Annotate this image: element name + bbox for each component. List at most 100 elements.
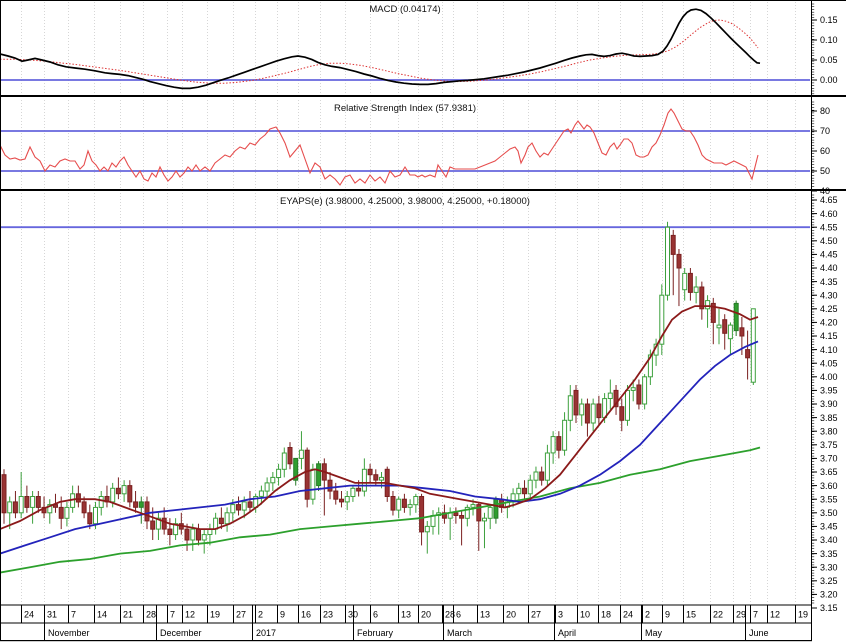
candle-body <box>58 506 64 519</box>
candle <box>304 447 310 508</box>
y-axis-label: 3.15 <box>820 603 838 613</box>
candle-body <box>567 395 573 421</box>
x-axis-day-label: 7 <box>71 610 76 620</box>
x-axis-day-label: 18 <box>601 610 611 620</box>
candle <box>247 491 253 513</box>
x-axis-month-label: December <box>160 628 202 638</box>
y-axis-label: 3.35 <box>820 549 838 559</box>
x-axis-day-label: 6 <box>373 610 378 620</box>
candle <box>173 518 179 540</box>
candle-body <box>24 496 30 508</box>
candle-body <box>739 327 745 337</box>
candle <box>138 496 144 524</box>
x-axis-day-label: 7 <box>753 610 758 620</box>
x-axis-day-label: 12 <box>185 610 195 620</box>
candle <box>745 330 751 380</box>
candle <box>716 308 722 345</box>
y-axis-label: 0.15 <box>820 15 838 25</box>
candle <box>579 398 585 426</box>
candle-body <box>310 468 316 500</box>
candle-body <box>75 493 81 503</box>
candle-body <box>276 468 282 478</box>
candle-body <box>190 528 196 541</box>
candle-body <box>562 419 568 451</box>
candle-body <box>407 504 413 508</box>
candle <box>544 444 550 486</box>
x-axis-month-label: 2017 <box>256 628 276 638</box>
candle-body <box>544 452 550 481</box>
candle-body <box>121 485 127 495</box>
candle-body <box>333 490 339 500</box>
candle <box>487 504 493 530</box>
candle-body <box>127 485 133 503</box>
candle <box>196 523 201 546</box>
y-axis-label: 3.80 <box>820 426 838 436</box>
candle-body <box>7 501 13 514</box>
panel-separator <box>0 189 846 191</box>
candle <box>464 504 470 527</box>
candle-body <box>705 300 711 310</box>
candle-body <box>630 387 636 391</box>
candle <box>710 297 716 345</box>
candle-body <box>550 436 556 454</box>
candle-body <box>625 389 630 421</box>
xaxis-line <box>0 604 812 606</box>
candle-body <box>687 272 693 293</box>
candle-body <box>722 319 728 334</box>
candle <box>733 300 739 336</box>
y-axis-label: 4.10 <box>820 345 838 355</box>
candle-body <box>367 468 373 476</box>
candle-body <box>327 479 333 492</box>
candle <box>401 493 407 513</box>
candle <box>213 512 219 535</box>
candle-body <box>573 389 579 416</box>
candle <box>133 491 139 513</box>
stock-chart-window: 0.15 0.10 0.05 0.00 80 70 60 50 40 4.65 4.60 4.55 4.… <box>0 0 846 642</box>
candle-body <box>579 403 585 416</box>
y-axis-label: 3.90 <box>820 399 838 409</box>
y-axis-label: 4.25 <box>820 304 838 314</box>
y-axis-label: 4.65 <box>820 195 838 205</box>
candle-body <box>18 496 24 514</box>
candle-body <box>12 501 18 514</box>
candle <box>321 458 327 516</box>
candle <box>584 398 590 437</box>
candle <box>727 322 733 355</box>
candle-body <box>470 504 476 508</box>
candle <box>407 499 413 516</box>
candle-body <box>115 487 121 495</box>
x-axis-day-label: 3 <box>558 610 563 620</box>
candle <box>453 507 459 524</box>
candle <box>424 521 430 554</box>
candle-body <box>642 376 648 405</box>
x-axis-day-label: 27 <box>531 610 541 620</box>
x-axis-day-label: 22 <box>713 610 723 620</box>
x-axis-day-label: 27 <box>236 610 246 620</box>
candle <box>98 491 104 516</box>
candle <box>642 374 648 410</box>
candle-body <box>516 487 522 495</box>
candle-body <box>316 463 322 487</box>
y-axis-label: 60 <box>820 146 830 156</box>
candle-body <box>150 520 156 530</box>
y-axis-label: 3.55 <box>820 494 838 504</box>
candle-body <box>138 501 144 508</box>
candle <box>687 268 693 301</box>
y-axis-label: 3.50 <box>820 508 838 518</box>
candle <box>12 491 18 519</box>
candle-body <box>607 392 613 400</box>
macd-panel <box>0 8 761 90</box>
x-axis-day-label: 23 <box>323 610 333 620</box>
y-axis-label: 4.35 <box>820 277 838 287</box>
panel-separator <box>0 95 846 97</box>
candle-body <box>110 487 116 503</box>
y-axis-label: 4.05 <box>820 358 838 368</box>
candle-body <box>522 487 527 495</box>
y-axis-label: 0.00 <box>820 75 838 85</box>
candle <box>459 510 465 546</box>
x-axis-day-label: 31 <box>47 610 57 620</box>
candle <box>562 412 568 456</box>
candle <box>516 482 522 502</box>
candle-body <box>1 474 7 514</box>
x-axis-day-label: 14 <box>97 610 107 620</box>
